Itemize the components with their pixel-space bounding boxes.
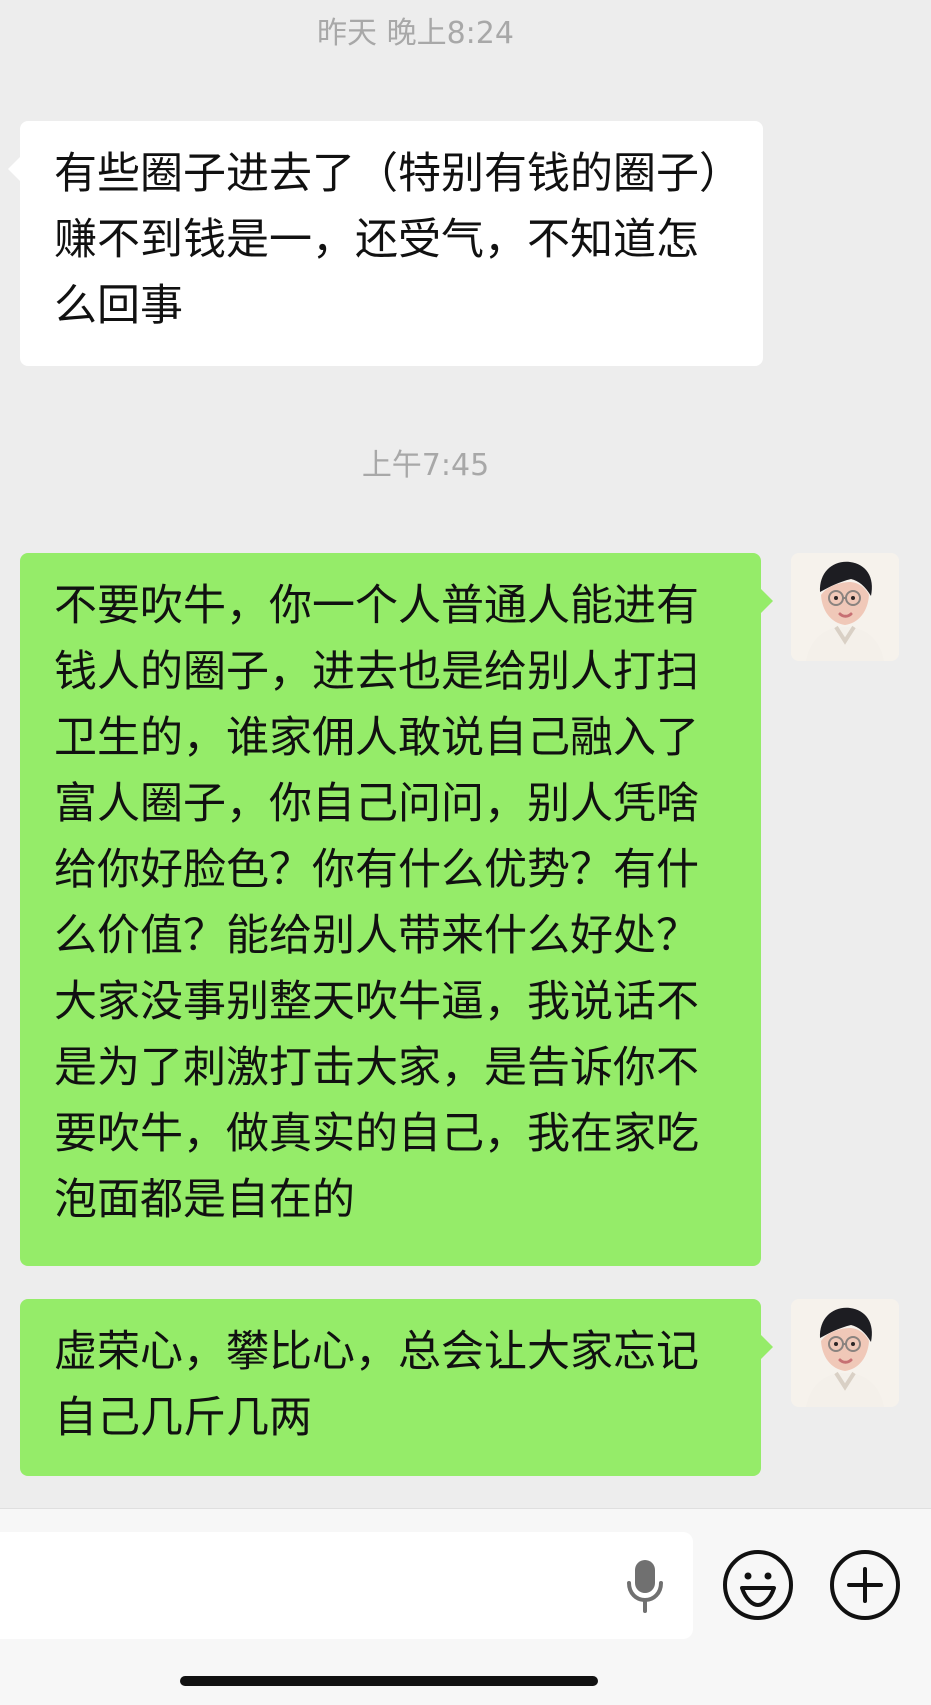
- chat-history[interactable]: 昨天 晚上8:24 有些圈子进去了（特别有钱的圈子）赚不到钱是一，还受气，不知道…: [0, 0, 931, 1508]
- profile-photo: [791, 1299, 899, 1407]
- outgoing-message-bubble[interactable]: 不要吹牛，你一个人普通人能进有钱人的圈子，进去也是给别人打扫卫生的，谁家佣人敢说…: [20, 553, 773, 1266]
- message-input-bar: [0, 1508, 931, 1705]
- avatar[interactable]: [791, 1299, 899, 1407]
- microphone-icon[interactable]: [623, 1557, 667, 1615]
- smile-icon[interactable]: [722, 1549, 794, 1621]
- message-input[interactable]: [0, 1532, 693, 1639]
- outgoing-message-bubble[interactable]: 虚荣心，攀比心，总会让大家忘记自己几斤几两: [20, 1299, 773, 1476]
- profile-photo: [791, 553, 899, 661]
- message-text: 不要吹牛，你一个人普通人能进有钱人的圈子，进去也是给别人打扫卫生的，谁家佣人敢说…: [54, 581, 699, 1225]
- incoming-message-bubble[interactable]: 有些圈子进去了（特别有钱的圈子）赚不到钱是一，还受气，不知道怎么回事: [8, 121, 763, 366]
- avatar[interactable]: [791, 553, 899, 661]
- plus-icon[interactable]: [829, 1549, 901, 1621]
- message-text: 有些圈子进去了（特别有钱的圈子）赚不到钱是一，还受气，不知道怎么回事: [54, 149, 721, 331]
- home-indicator: [180, 1676, 598, 1686]
- timestamp: 昨天 晚上8:24: [317, 16, 514, 51]
- timestamp: 上午7:45: [361, 448, 490, 483]
- message-text: 虚荣心，攀比心，总会让大家忘记自己几斤几两: [54, 1327, 699, 1443]
